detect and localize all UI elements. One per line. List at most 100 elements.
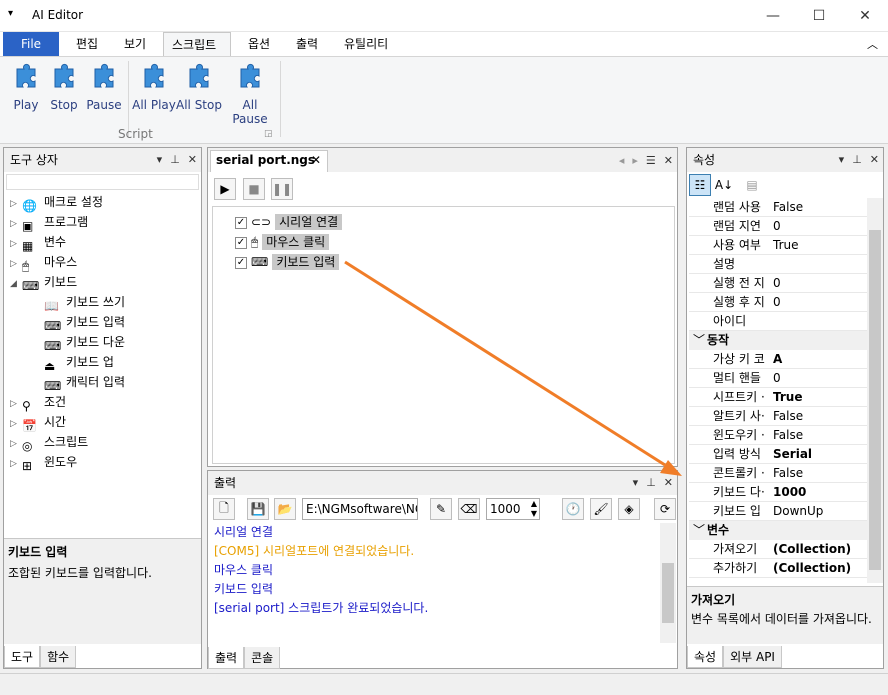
stop-button[interactable]: ■ (243, 178, 265, 200)
property-row[interactable]: 가상 키 코 A (689, 350, 869, 369)
chevron-down-icon[interactable]: ﹀ (689, 331, 707, 350)
property-value[interactable]: True (773, 236, 799, 255)
pin-icon[interactable]: ⊥ (852, 148, 862, 172)
property-row[interactable]: 입력 방식 Serial (689, 445, 869, 464)
collapse-ribbon-icon[interactable]: ︿ (867, 36, 878, 52)
timer-button[interactable]: 🕐 (562, 498, 584, 520)
property-value[interactable]: False (773, 464, 803, 483)
scrollbar-thumb[interactable] (869, 230, 881, 570)
tab-file[interactable]: File (3, 32, 59, 56)
fill-button[interactable]: ◈ (618, 498, 640, 520)
dropdown-icon[interactable]: ▾ (157, 148, 163, 172)
tree-item-char-input[interactable]: ⌨ 캐릭터 입력 (44, 372, 125, 393)
property-pages-button[interactable]: ▤ (741, 174, 763, 196)
clear-format-button[interactable]: ✎ (430, 498, 452, 520)
close-icon[interactable]: ✕ (188, 148, 197, 172)
path-input[interactable]: E:\NGMsoftware\NG (302, 498, 418, 520)
scrollbar[interactable] (867, 198, 883, 583)
property-value[interactable]: 0 (773, 217, 781, 236)
tab-tools[interactable]: 도구 (4, 646, 41, 668)
tab-output[interactable]: 출력 (208, 647, 245, 669)
dropdown-icon[interactable]: ☰ (646, 154, 656, 167)
tree-item-macro[interactable]: ▷ 🌐 매크로 설정 (10, 192, 103, 213)
property-row[interactable]: 키보드 다· 1000 (689, 483, 869, 502)
close-icon[interactable]: ✕ (311, 153, 321, 167)
tab-edit[interactable]: 편집 (68, 32, 106, 56)
property-category[interactable]: ﹀ 변수 (689, 521, 869, 540)
tab-options[interactable]: 옵션 (240, 32, 278, 56)
property-value[interactable]: False (773, 198, 803, 217)
pause-button[interactable]: Pause (84, 61, 124, 112)
dialog-launcher-icon[interactable]: ◲ (264, 129, 273, 139)
property-row[interactable]: 시프트키 · True (689, 388, 869, 407)
close-button[interactable]: ✕ (842, 0, 888, 32)
property-row[interactable]: 멀티 핸들 0 (689, 369, 869, 388)
number-stepper[interactable]: 1000 ▲ ▼ (486, 498, 540, 520)
property-value[interactable]: False (773, 407, 803, 426)
tab-utility[interactable]: 유틸리티 (336, 32, 396, 56)
property-row[interactable]: 알트키 사· False (689, 407, 869, 426)
play-button[interactable]: Play (6, 61, 46, 112)
tree-item-keyboard-input[interactable]: ⌨ 키보드 입력 (44, 312, 125, 333)
tree-item-program[interactable]: ▷ ▣ 프로그램 (10, 212, 88, 233)
property-row[interactable]: 콘트롤키 · False (689, 464, 869, 483)
all-pause-button[interactable]: All Pause (224, 61, 276, 126)
all-stop-button[interactable]: All Stop (176, 61, 222, 112)
tab-script[interactable]: 스크립트 (163, 32, 231, 56)
tree-item-keyboard-write[interactable]: 📖 키보드 쓰기 (44, 292, 125, 313)
tab-view[interactable]: 보기 (116, 32, 154, 56)
new-doc-button[interactable]: 🗋 (213, 498, 235, 520)
editor-tab[interactable]: serial port.ngs ✕ (210, 150, 328, 172)
eraser-button[interactable]: ⌫ (458, 498, 480, 520)
tree-item-window[interactable]: ▷ ⊞ 윈도우 (10, 452, 77, 473)
property-value[interactable]: A (773, 350, 782, 369)
scroll-right-icon[interactable]: ▸ (632, 154, 638, 167)
property-row[interactable]: 키보드 입 DownUp (689, 502, 869, 521)
open-folder-button[interactable]: 📂 (274, 498, 296, 520)
property-value[interactable]: False (773, 426, 803, 445)
property-value[interactable]: True (773, 388, 802, 407)
toolbox-search[interactable] (6, 174, 199, 190)
stop-button[interactable]: Stop (44, 61, 84, 112)
tree-item-variable[interactable]: ▷ ▦ 변수 (10, 232, 66, 253)
tree-item-keyboard-up[interactable]: ⏏ 키보드 업 (44, 352, 114, 373)
property-row[interactable]: 추가하기 (Collection) (689, 559, 869, 578)
scroll-left-icon[interactable]: ◂ (619, 154, 625, 167)
pause-button[interactable]: ❚❚ (271, 178, 293, 200)
property-row[interactable]: 아이디 (689, 312, 869, 331)
pin-icon[interactable]: ⊥ (170, 148, 180, 172)
maximize-button[interactable]: ☐ (796, 0, 842, 32)
tree-item-script[interactable]: ▷ ◎ 스크립트 (10, 432, 88, 453)
sort-az-button[interactable]: A↓ (713, 174, 735, 196)
refresh-button[interactable]: ⟳ (654, 498, 676, 520)
close-icon[interactable]: ✕ (870, 148, 879, 172)
save-button[interactable]: 💾 (247, 498, 269, 520)
property-row[interactable]: 윈도우키 · False (689, 426, 869, 445)
pin-icon[interactable]: ⊥ (646, 471, 656, 495)
property-value[interactable]: DownUp (773, 502, 823, 521)
tab-properties[interactable]: 속성 (687, 646, 724, 668)
checkbox[interactable]: ✓ (235, 236, 247, 249)
property-value[interactable]: (Collection) (773, 540, 851, 559)
property-value[interactable]: 0 (773, 274, 781, 293)
tab-functions[interactable]: 함수 (40, 646, 77, 668)
dropdown-icon[interactable]: ▾ (839, 148, 845, 172)
pen-button[interactable]: 🖌 (590, 498, 612, 520)
tree-item-condition[interactable]: ▷ ⚲ 조건 (10, 392, 66, 413)
property-row[interactable]: 가져오기 (Collection) (689, 540, 869, 559)
minimize-button[interactable]: — (750, 0, 796, 32)
property-value[interactable]: 0 (773, 369, 781, 388)
property-value[interactable]: 1000 (773, 483, 806, 502)
close-icon[interactable]: ✕ (664, 154, 673, 167)
property-row[interactable]: 랜덤 지연 0 (689, 217, 869, 236)
property-row[interactable]: 랜덤 사용 False (689, 198, 869, 217)
tab-external-api[interactable]: 외부 API (723, 646, 782, 668)
property-row[interactable]: 설명 (689, 255, 869, 274)
scrollbar[interactable] (660, 523, 676, 643)
script-node[interactable]: ✓ 🖱 마우스 클릭 (235, 233, 330, 250)
tab-console[interactable]: 콘솔 (244, 647, 281, 669)
property-value[interactable]: (Collection) (773, 559, 851, 578)
spin-icon[interactable]: ▲ ▼ (531, 499, 537, 519)
run-button[interactable]: ▶ (214, 178, 236, 200)
scrollbar-thumb[interactable] (662, 563, 674, 623)
